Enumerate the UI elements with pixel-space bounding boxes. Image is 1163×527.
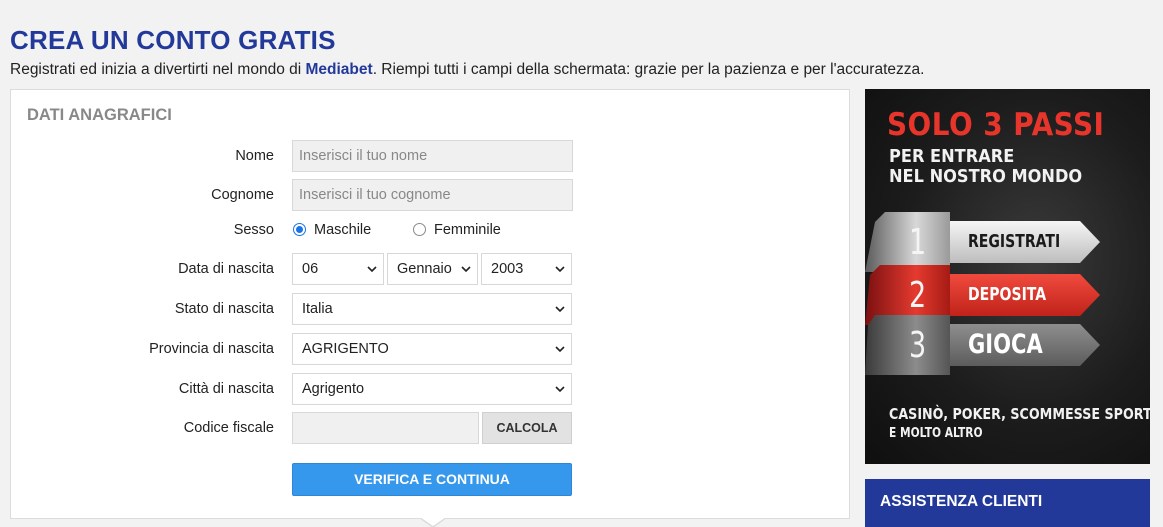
stato-nascita-select[interactable]: Italia xyxy=(292,293,572,325)
data-nascita-label: Data di nascita xyxy=(178,261,274,277)
customer-support-box[interactable]: ASSISTENZA CLIENTI xyxy=(865,479,1150,527)
month-select-value: Gennaio xyxy=(397,261,452,277)
day-select[interactable]: 06 xyxy=(292,253,384,285)
cognome-input[interactable] xyxy=(292,179,573,211)
page-subtitle: Registrati ed inizia a divertirti nel mo… xyxy=(10,61,924,79)
page-title: CREA UN CONTO GRATIS xyxy=(10,25,336,55)
promo-banner[interactable]: SOLO 3 PASSI PER ENTRARE NEL NOSTRO MOND… xyxy=(865,89,1150,464)
chevron-down-icon xyxy=(367,266,377,273)
data-nascita-group: 06 Gennaio 2003 xyxy=(292,253,573,285)
verifica-continua-button[interactable]: VERIFICA E CONTINUA xyxy=(292,463,572,496)
month-select[interactable]: Gennaio xyxy=(387,253,478,285)
codice-fiscale-group: CALCOLA xyxy=(292,412,573,444)
radio-femminile[interactable] xyxy=(413,223,426,236)
step-3-block xyxy=(865,315,950,375)
year-select-value: 2003 xyxy=(491,261,524,277)
provincia-nascita-value: AGRIGENTO xyxy=(302,341,389,357)
row-cognome: Cognome xyxy=(11,179,851,211)
promo-footer-line2: E MOLTO ALTRO xyxy=(889,426,983,441)
sesso-radio-group: Maschile Femminile xyxy=(292,214,572,246)
chevron-down-icon xyxy=(461,266,471,273)
step-3-number: 3 xyxy=(909,325,927,366)
step-1-label: REGISTRATI xyxy=(968,231,1061,252)
radio-maschile[interactable] xyxy=(293,223,306,236)
row-stato-nascita: Stato di nascita Italia xyxy=(11,293,851,325)
stato-nascita-label: Stato di nascita xyxy=(174,301,274,317)
stato-nascita-value: Italia xyxy=(302,301,333,317)
citta-nascita-label: Città di nascita xyxy=(178,381,274,397)
panel-pointer xyxy=(419,517,447,527)
cognome-label: Cognome xyxy=(211,187,274,203)
step-1-number: 1 xyxy=(909,222,927,263)
step-1-block xyxy=(865,212,950,272)
nome-label: Nome xyxy=(235,148,274,164)
row-nome: Nome xyxy=(11,140,851,172)
provincia-nascita-select[interactable]: AGRIGENTO xyxy=(292,333,572,365)
codice-fiscale-label: Codice fiscale xyxy=(183,420,274,436)
row-data-nascita: Data di nascita 06 Gennaio 2003 xyxy=(11,253,851,285)
stato-nascita-wrap: Italia xyxy=(292,293,573,325)
chevron-down-icon xyxy=(555,346,565,353)
step-2-number: 2 xyxy=(909,275,927,316)
sesso-label: Sesso xyxy=(233,222,274,238)
promo-subtitle-line2: NEL NOSTRO MONDO xyxy=(889,166,1083,187)
brand-name: Mediabet xyxy=(305,61,373,78)
row-provincia-nascita: Provincia di nascita AGRIGENTO xyxy=(11,333,851,365)
step-3-label: GIOCA xyxy=(968,329,1043,360)
row-sesso: Sesso Maschile Femminile xyxy=(11,214,851,246)
nome-input[interactable] xyxy=(292,140,573,172)
citta-nascita-value: Agrigento xyxy=(302,381,365,397)
codice-fiscale-input[interactable] xyxy=(292,412,479,444)
registration-form-panel: DATI ANAGRAFICI Nome Cognome Sesso Masch… xyxy=(10,89,851,527)
promo-footer: CASINÒ, POKER, SCOMMESSE SPORTIVE E MOLT… xyxy=(889,405,1150,443)
promo-subtitle: PER ENTRARE NEL NOSTRO MONDO xyxy=(889,147,1082,187)
provincia-nascita-wrap: AGRIGENTO xyxy=(292,333,573,365)
radio-maschile-label[interactable]: Maschile xyxy=(314,214,371,246)
subtitle-instructions: . Riempi tutti i campi della schermata: … xyxy=(372,61,925,78)
chevron-down-icon xyxy=(555,386,565,393)
section-title: DATI ANAGRAFICI xyxy=(27,106,172,124)
step-2-label: DEPOSITA xyxy=(968,284,1047,305)
promo-title: SOLO 3 PASSI xyxy=(887,107,1105,143)
promo-step-3: 3 GIOCA xyxy=(865,315,1150,375)
row-codice-fiscale: Codice fiscale CALCOLA xyxy=(11,412,851,444)
promo-step-1: 1 REGISTRATI xyxy=(865,212,1150,272)
radio-femminile-label[interactable]: Femminile xyxy=(434,214,501,246)
promo-subtitle-line1: PER ENTRARE xyxy=(889,146,1015,167)
promo-footer-line1: CASINÒ, POKER, SCOMMESSE SPORTIVE xyxy=(889,405,1150,423)
provincia-nascita-label: Provincia di nascita xyxy=(149,341,274,357)
chevron-down-icon xyxy=(555,306,565,313)
row-citta-nascita: Città di nascita Agrigento xyxy=(11,373,851,405)
citta-nascita-select[interactable]: Agrigento xyxy=(292,373,572,405)
chevron-down-icon xyxy=(555,266,565,273)
year-select[interactable]: 2003 xyxy=(481,253,572,285)
calcola-button[interactable]: CALCOLA xyxy=(482,412,572,444)
day-select-value: 06 xyxy=(302,261,319,277)
citta-nascita-wrap: Agrigento xyxy=(292,373,573,405)
subtitle-intro: Registrati ed inizia a divertirti nel mo… xyxy=(10,61,306,78)
